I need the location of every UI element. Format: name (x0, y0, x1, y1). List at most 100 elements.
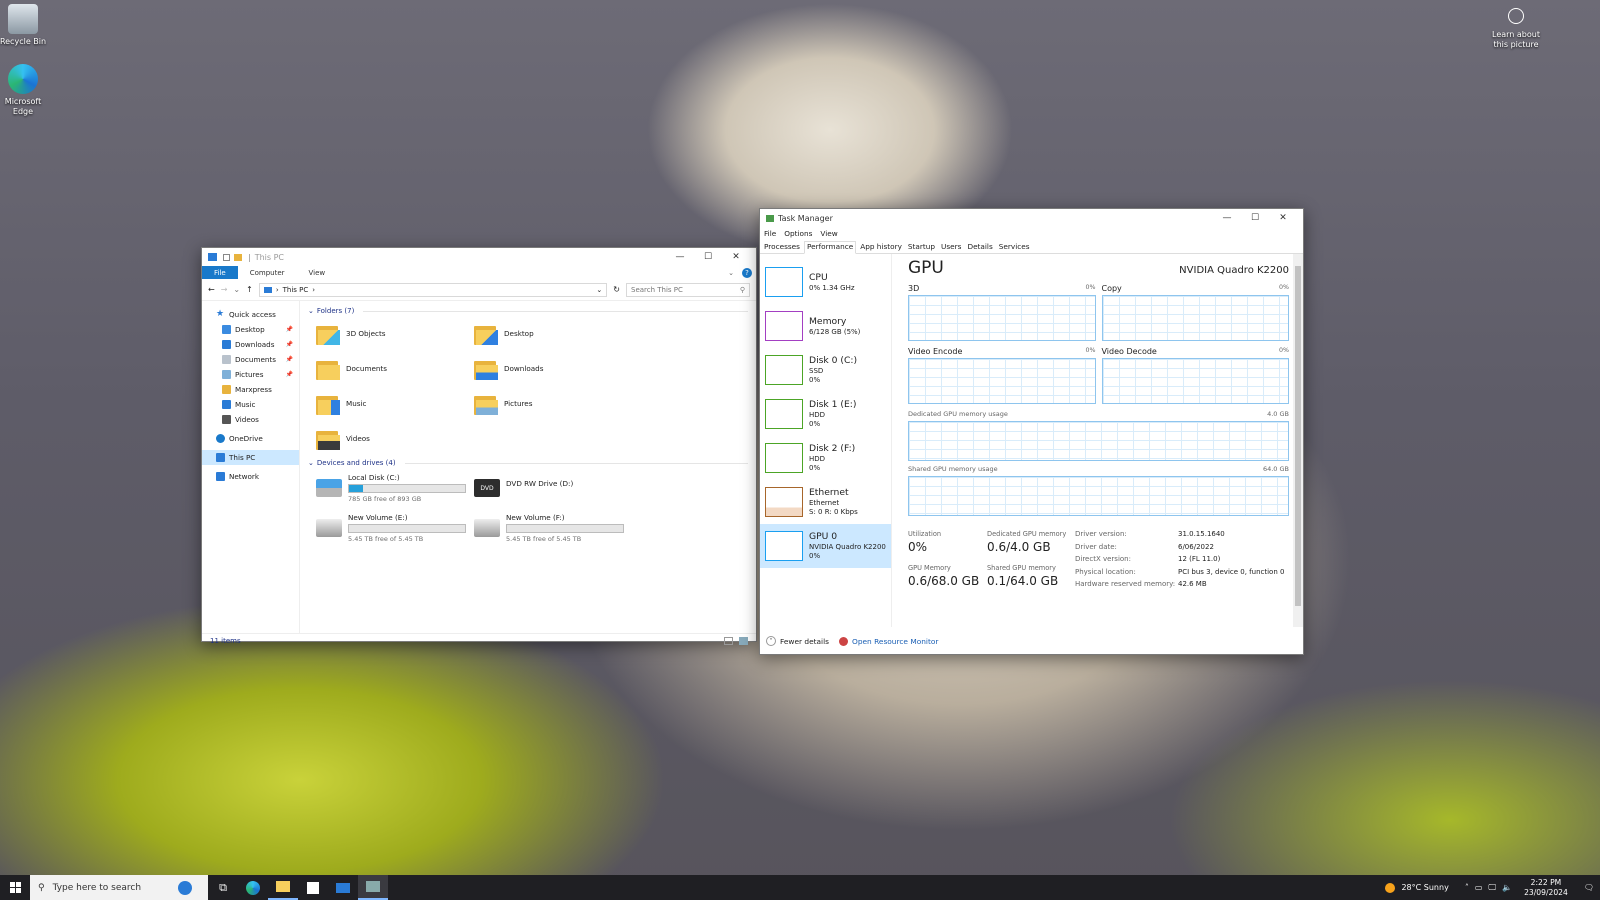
details-view-icon[interactable] (724, 636, 733, 645)
nav-marxpress[interactable]: Marxpress (202, 382, 299, 397)
nav-this-pc[interactable]: This PC (202, 450, 299, 465)
close-button[interactable]: ✕ (1269, 209, 1297, 227)
forward-arrow-icon[interactable]: → (221, 285, 228, 294)
desktop-icon-recycle-bin[interactable]: Recycle Bin (0, 4, 49, 47)
desktop-icon-edge[interactable]: Microsoft Edge (0, 64, 49, 117)
perf-item-disk1[interactable]: Disk 1 (E:) HDD 0% (760, 392, 891, 436)
menu-file[interactable]: File (764, 229, 776, 238)
drive-d[interactable]: DVD DVD RW Drive (D:) (474, 473, 632, 505)
perf-item-gpu0[interactable]: GPU 0 NVIDIA Quadro K2200 0% (760, 524, 891, 568)
nav-network[interactable]: Network (202, 469, 299, 484)
file-explorer-taskbar-icon[interactable] (268, 875, 298, 900)
nav-quick-access[interactable]: ★ Quick access (202, 307, 299, 322)
expand-ribbon-icon[interactable]: ⌄ (728, 269, 734, 277)
drive-e[interactable]: New Volume (E:) 5.45 TB free of 5.45 TB (316, 513, 474, 545)
folder-3d-objects[interactable]: 3D Objects (316, 321, 474, 346)
time: 2:22 PM (1530, 877, 1562, 887)
status-bar: 11 items (202, 633, 756, 647)
recent-locations-icon[interactable]: ⌄ (233, 285, 240, 294)
nav-pictures[interactable]: Pictures 📌 (202, 367, 299, 382)
folder-documents[interactable]: Documents (316, 356, 474, 381)
nav-label: Marxpress (235, 385, 272, 394)
volume-icon[interactable]: 🔈 (1502, 883, 1512, 892)
folder-videos[interactable]: Videos (316, 426, 474, 451)
minimize-button[interactable]: — (1213, 209, 1241, 227)
engine-graph-copy[interactable]: Copy 0% (1101, 284, 1289, 341)
drive-c[interactable]: Local Disk (C:) 785 GB free of 893 GB (316, 473, 474, 505)
perf-item-ethernet[interactable]: Ethernet Ethernet S: 0 R: 0 Kbps (760, 480, 891, 524)
tab-startup[interactable]: Startup (906, 242, 937, 253)
usage-graph (908, 421, 1289, 461)
mail-icon[interactable] (328, 875, 358, 900)
tab-app-history[interactable]: App history (858, 242, 904, 253)
folder-desktop[interactable]: Desktop (474, 321, 632, 346)
engine-graph-video-decode[interactable]: Video Decode 0% (1101, 347, 1289, 404)
notifications-icon[interactable]: 🗨 (1584, 883, 1594, 892)
edge-taskbar-icon[interactable] (238, 875, 268, 900)
store-icon[interactable] (298, 875, 328, 900)
tab-performance[interactable]: Performance (803, 241, 857, 254)
address-dropdown-icon[interactable]: ⌄ (596, 286, 602, 294)
perf-item-disk0[interactable]: Disk 0 (C:) SSD 0% (760, 348, 891, 392)
help-icon[interactable]: ? (742, 267, 752, 278)
maximize-button[interactable]: ☐ (1241, 209, 1269, 227)
minimize-button[interactable]: — (666, 248, 694, 266)
nav-music[interactable]: Music (202, 397, 299, 412)
refresh-icon[interactable]: ↻ (613, 285, 620, 294)
drive-name: DVD RW Drive (D:) (506, 479, 574, 488)
up-arrow-icon[interactable]: ↑ (246, 285, 253, 294)
nav-documents[interactable]: Documents 📌 (202, 352, 299, 367)
tab-processes[interactable]: Processes (762, 242, 802, 253)
nav-quick-access-label: Quick access (229, 310, 276, 319)
engine-graph-video-encode[interactable]: Video Encode 0% (908, 347, 1096, 404)
device-icon[interactable]: ▭ (1475, 883, 1483, 892)
perf-item-memory[interactable]: Memory 6/128 GB (5%) (760, 304, 891, 348)
folder-pictures[interactable]: Pictures (474, 391, 632, 416)
taskbar-search-input[interactable]: ⚲ Type here to search (30, 875, 208, 900)
nav-onedrive[interactable]: OneDrive (202, 431, 299, 446)
weather-text[interactable]: 28°C Sunny (1401, 883, 1448, 892)
large-icons-view-icon[interactable] (739, 636, 748, 645)
new-folder-icon[interactable] (234, 253, 242, 261)
ribbon-tab-file[interactable]: File (202, 266, 238, 279)
start-button[interactable] (0, 875, 30, 900)
nav-desktop[interactable]: Desktop 📌 (202, 322, 299, 337)
menu-view[interactable]: View (820, 229, 837, 238)
clock[interactable]: 2:22 PM 23/09/2024 (1524, 878, 1568, 898)
engine-graph-3d[interactable]: 3D 0% (908, 284, 1096, 341)
show-hidden-icons-icon[interactable]: ˄ (1465, 883, 1469, 892)
drives-group-header[interactable]: ⌄ Devices and drives (4) (308, 457, 748, 469)
maximize-button[interactable]: ☐ (694, 248, 722, 266)
open-resource-monitor-link[interactable]: Open Resource Monitor (839, 636, 939, 646)
nav-videos[interactable]: Videos (202, 412, 299, 427)
nav-downloads[interactable]: Downloads 📌 (202, 337, 299, 352)
tab-services[interactable]: Services (997, 242, 1032, 253)
tab-users[interactable]: Users (939, 242, 963, 253)
vertical-scrollbar[interactable] (1293, 254, 1303, 627)
ribbon-tab-view[interactable]: View (297, 266, 338, 279)
dvd-drive-icon: DVD (474, 479, 500, 497)
search-input[interactable]: Search This PC ⚲ (626, 282, 750, 297)
learn-about-picture[interactable]: Learn about this picture (1490, 8, 1542, 50)
fewer-details-button[interactable]: ˄ Fewer details (766, 636, 829, 646)
drive-f[interactable]: New Volume (F:) 5.45 TB free of 5.45 TB (474, 513, 632, 545)
resource-monitor-label: Open Resource Monitor (852, 636, 939, 646)
folder-downloads[interactable]: Downloads (474, 356, 632, 381)
folders-group-header[interactable]: ⌄ Folders (7) (308, 305, 748, 317)
scrollbar-thumb[interactable] (1295, 266, 1301, 606)
quick-access-toolbar-icon[interactable] (223, 253, 230, 261)
menu-options[interactable]: Options (784, 229, 812, 238)
back-arrow-icon[interactable]: ← (208, 285, 215, 294)
folder-music[interactable]: Music (316, 391, 474, 416)
perf-item-disk2[interactable]: Disk 2 (F:) HDD 0% (760, 436, 891, 480)
task-view-icon[interactable]: ⧉ (208, 875, 238, 900)
gpu-heading: GPU (908, 258, 944, 278)
tab-details[interactable]: Details (965, 242, 994, 253)
network-tray-icon[interactable]: 🖵 (1488, 883, 1496, 893)
task-manager-taskbar-icon[interactable] (358, 875, 388, 900)
close-button[interactable]: ✕ (722, 248, 750, 266)
ribbon-tab-computer[interactable]: Computer (238, 266, 297, 279)
address-bar[interactable]: › This PC › ⌄ (258, 282, 608, 297)
edge-icon (8, 64, 38, 94)
perf-item-cpu[interactable]: CPU 0% 1.34 GHz (760, 260, 891, 304)
